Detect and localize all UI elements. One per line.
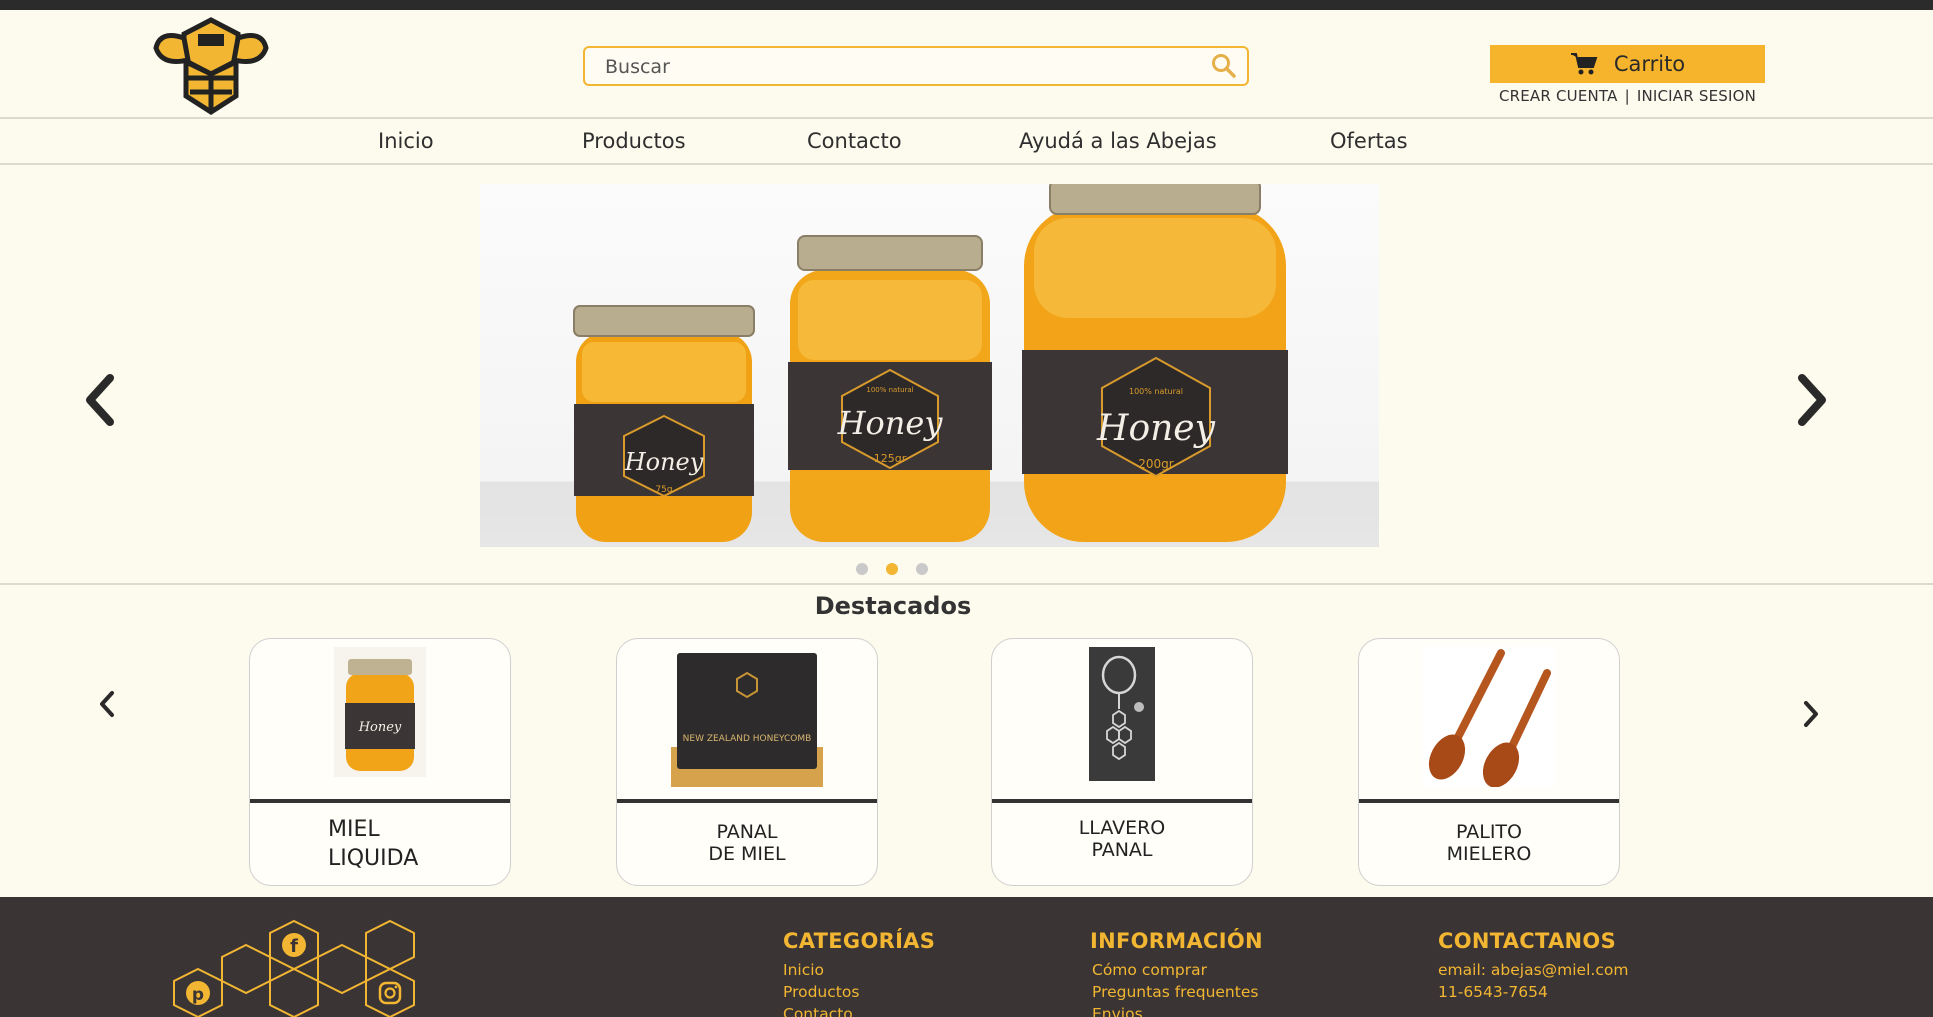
divider [0,163,1933,165]
carousel-dot-2[interactable] [886,563,898,575]
hero-banner[interactable]: Honey 75g 100% natural Honey 125gr 100% … [480,184,1379,547]
honey-jars-image: Honey 75g 100% natural Honey 125gr 100% … [573,184,1288,542]
cart-icon [1570,53,1598,75]
jar-2-weight: 125gr [874,452,907,465]
carousel-prev-arrow-icon[interactable] [80,370,120,430]
keychain-icon [1089,647,1155,781]
footer-phone: 11-6543-7654 [1438,983,1548,1001]
nav-item-ofertas[interactable]: Ofertas [1330,129,1408,153]
footer-link-preguntas[interactable]: Preguntas frequentes [1092,981,1263,1003]
product-label: PALITO MIELERO [1446,821,1532,865]
jar-2-tagline: 100% natural [866,386,913,394]
product-label: LLAVERO PANAL [1078,817,1166,861]
jar-2-brand: Honey [837,404,944,442]
cart-label: Carrito [1613,52,1686,76]
footer-contactanos-title: CONTACTANOS [1438,929,1616,953]
card-divider [1359,799,1619,803]
carousel-dots [856,563,928,575]
jar-brand: Honey [358,720,402,735]
social-honeycomb: f p [173,919,415,1017]
facebook-icon[interactable]: f [282,933,306,957]
main-nav: Inicio Productos Contacto Ayudá a las Ab… [0,119,1933,165]
nav-item-contacto[interactable]: Contacto [807,129,902,153]
nav-item-inicio[interactable]: Inicio [378,129,434,153]
product-card-llavero-panal[interactable]: LLAVERO PANAL [991,638,1253,886]
carousel-dot-1[interactable] [856,563,868,575]
product-card-miel-liquida[interactable]: Honey MIEL LIQUIDA [249,638,511,886]
footer-categorias: CATEGORÍAS Inicio Productos Contacto [783,929,935,1017]
carousel-next-arrow-icon[interactable] [1792,370,1832,430]
jar-1-brand: Honey [624,448,704,476]
product-card-panal-de-miel[interactable]: NEW ZEALAND HONEYCOMB PANAL DE MIEL [616,638,878,886]
honeycomb-box-icon: NEW ZEALAND HONEYCOMB [671,653,823,787]
card-divider [992,799,1252,803]
jar-1-weight: 75g [655,485,672,495]
footer-link-inicio[interactable]: Inicio [783,959,935,981]
account-links: CREAR CUENTA | INICIAR SESION [1490,87,1765,105]
footer-informacion-title: INFORMACIÓN [1090,929,1263,953]
featured-prev-arrow-icon[interactable] [96,688,118,720]
footer-link-productos[interactable]: Productos [783,981,935,1003]
footer-categorias-title: CATEGORÍAS [783,929,936,953]
product-label: PANAL DE MIEL [708,821,786,865]
jar-3-tagline: 100% natural [1129,387,1183,396]
honey-jar-icon: Honey [334,647,426,777]
footer: f p CATEGORÍAS Inicio Productos Contacto… [0,897,1933,1017]
honeycomb-box-text: NEW ZEALAND HONEYCOMB [683,734,812,744]
honey-dipper-icon [1423,647,1555,787]
instagram-icon[interactable] [378,981,402,1005]
divider [0,583,1933,585]
footer-link-contacto[interactable]: Contacto [783,1003,935,1017]
nav-item-ayuda-abejas[interactable]: Ayudá a las Abejas [1019,129,1217,153]
footer-contactanos: CONTACTANOS email: abejas@miel.com 11-65… [1438,929,1628,1003]
card-divider [250,799,510,803]
login-link[interactable]: INICIAR SESION [1637,87,1756,105]
page: Carrito CREAR CUENTA | INICIAR SESION Inic… [0,10,1933,1017]
pinterest-icon[interactable]: p [186,981,210,1005]
card-divider [617,799,877,803]
jar-3-brand: Honey [1096,408,1216,449]
account-separator: | [1624,87,1630,105]
jar-3-weight: 200gr [1138,457,1174,471]
bee-logo-icon[interactable] [152,16,270,116]
svg-text:p: p [192,985,204,1005]
nav-item-productos[interactable]: Productos [582,129,686,153]
svg-text:f: f [290,936,298,957]
carousel-dot-3[interactable] [916,563,928,575]
footer-link-envios[interactable]: Envios [1092,1003,1263,1017]
product-label: MIEL LIQUIDA [328,817,419,871]
search-input[interactable] [603,48,1187,86]
search-box[interactable] [583,46,1249,86]
footer-email-link[interactable]: email: abejas@miel.com [1438,959,1628,981]
footer-informacion: INFORMACIÓN Cómo comprar Preguntas frequ… [1090,929,1263,1017]
search-icon[interactable] [1211,53,1237,79]
cart-button[interactable]: Carrito [1490,45,1765,83]
featured-next-arrow-icon[interactable] [1800,698,1822,730]
footer-link-como-comprar[interactable]: Cómo comprar [1092,959,1263,981]
featured-title: Destacados [814,592,972,620]
create-account-link[interactable]: CREAR CUENTA [1499,87,1618,105]
product-card-palito-mielero[interactable]: PALITO MIELERO [1358,638,1620,886]
